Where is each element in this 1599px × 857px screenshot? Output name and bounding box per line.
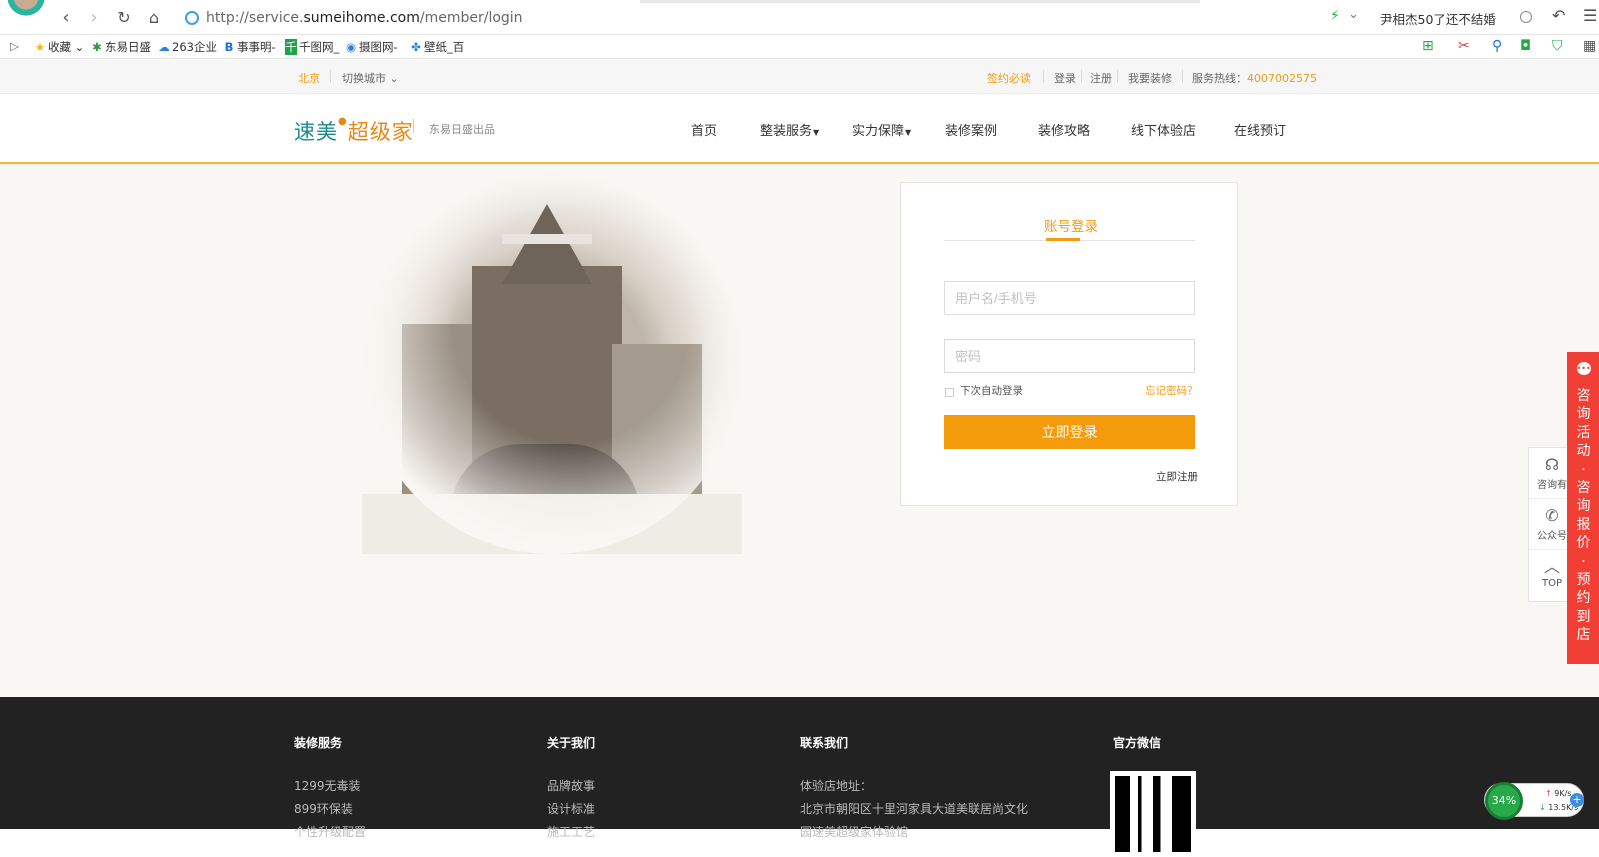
divider xyxy=(1043,70,1044,83)
memory-usage-badge[interactable]: 34% xyxy=(1485,782,1523,820)
bookmark-item[interactable]: ✱ 东易日盛 xyxy=(91,39,151,55)
current-city: 北京 xyxy=(298,72,320,85)
sidebar-toggle-icon[interactable]: ▷ xyxy=(10,39,19,53)
remember-me-label[interactable]: 下次自动登录 xyxy=(960,383,1023,398)
username-input[interactable] xyxy=(944,281,1195,315)
undo-icon[interactable]: ↶ xyxy=(1552,6,1565,25)
back-icon[interactable]: ‹ xyxy=(56,8,76,28)
footer-link[interactable]: 899环保装 xyxy=(294,800,353,817)
bookmark-item[interactable]: ☁ 263企业 xyxy=(158,39,217,55)
divider xyxy=(330,70,331,83)
bookmark-favorites[interactable]: ★ 收藏 ⌄ xyxy=(34,39,84,55)
upload-speed: ↑ 9K/s xyxy=(1545,789,1572,798)
bookmark-item[interactable]: B 事事明- xyxy=(223,39,276,55)
password-input[interactable] xyxy=(944,339,1195,373)
star-icon: ★ xyxy=(34,40,46,54)
bookmark-item[interactable]: ◉ 摄图网- xyxy=(345,39,398,55)
site-security-icon xyxy=(185,11,199,25)
divider xyxy=(1081,70,1082,83)
menu-icon[interactable]: ☰ xyxy=(1583,6,1597,25)
refresh-icon[interactable]: ↻ xyxy=(114,8,134,28)
footer-address-label: 体验店地址： xyxy=(800,779,873,793)
login-button[interactable]: 立即登录 xyxy=(944,415,1195,449)
slogan: 东易日盛出品 xyxy=(429,123,495,136)
translate-icon[interactable]: ⊞ xyxy=(1422,38,1434,54)
url-path: /member/login xyxy=(419,10,523,26)
tab-account-login[interactable]: 账号登录 xyxy=(1044,215,1098,235)
footer-link[interactable]: 个性升级配置 xyxy=(294,823,366,840)
divider xyxy=(1117,70,1118,83)
register-link[interactable]: 立即注册 xyxy=(1156,469,1198,484)
nav-guides[interactable]: 装修攻略 xyxy=(1038,120,1090,139)
nav-stores[interactable]: 线下体验店 xyxy=(1131,120,1196,139)
footer-link[interactable]: 品牌故事 xyxy=(547,777,595,794)
forward-icon[interactable]: › xyxy=(84,8,104,28)
chat-bubble-icon: ••• xyxy=(1576,362,1591,375)
promo-side-tab[interactable]: ••• 咨询活动·咨询报价·预约到店 xyxy=(1567,352,1599,664)
chevron-down-icon[interactable]: ⌄ xyxy=(1348,7,1359,22)
qiantu-icon: 千 xyxy=(285,39,297,55)
footer-title-wechat: 官方微信 xyxy=(1113,736,1162,750)
divider xyxy=(1182,70,1183,83)
cloud-icon: ☁ xyxy=(158,40,170,54)
site-logo[interactable]: 速美●超级家 xyxy=(294,116,414,146)
login-page-main: 账号登录 下次自动登录 忘记密码？ 立即登录 立即注册 ☊ 咨询有 ✆ 公众号 … xyxy=(0,164,1599,697)
wechat-qr-code xyxy=(1110,771,1196,857)
user-avatar[interactable] xyxy=(4,0,48,18)
footer-link[interactable]: 设计标准 xyxy=(547,800,595,817)
nav-packages[interactable]: 整装服务▼ xyxy=(760,120,819,139)
footer-address: 园速美超级家体验馆 xyxy=(800,825,909,839)
scissors-icon[interactable]: ✂ xyxy=(1458,38,1470,54)
register-top-link[interactable]: 注册 xyxy=(1090,70,1112,86)
divider xyxy=(413,119,414,133)
footer-address: 北京市朝阳区十里河家具大道美联居尚文化 xyxy=(800,802,1029,816)
browser-search-input[interactable]: 尹相杰50了还不结婚 xyxy=(1380,9,1496,28)
site-header: 速美●超级家 东易日盛出品 首页 整装服务▼ 实力保障▼ 装修案例 装修攻略 线… xyxy=(0,94,1599,164)
footer-link[interactable]: 1299无毒装 xyxy=(294,777,361,794)
bookmark-item[interactable]: ✤ 壁纸_百 xyxy=(410,39,464,55)
url-prefix: http://service. xyxy=(206,10,304,26)
bolt-icon[interactable]: ⚡ xyxy=(1330,8,1340,24)
b-logo-icon: B xyxy=(224,40,234,54)
address-bar[interactable]: http://service.sumeihome.com/member/logi… xyxy=(206,8,523,28)
login-card: 账号登录 下次自动登录 忘记密码？ 立即登录 立即注册 xyxy=(900,182,1238,506)
home-icon[interactable]: ⌂ xyxy=(144,8,164,28)
camera-icon: ◉ xyxy=(345,40,357,54)
hero-vignette xyxy=(362,174,742,554)
footer-title-services: 装修服务 xyxy=(294,736,343,750)
bookmark-bar: ▷ ★ 收藏 ⌄ ✱ 东易日盛 ☁ 263企业 B 事事明- 千千图网_ ◉ 摄图网- ✤… xyxy=(0,35,1599,59)
footer-title-about: 关于我们 xyxy=(547,736,596,750)
nav-home[interactable]: 首页 xyxy=(691,120,717,139)
zoom-icon[interactable]: ⚲ xyxy=(1492,38,1502,54)
bookmark-item[interactable]: 千千图网_ xyxy=(285,39,339,55)
remember-me-checkbox[interactable] xyxy=(945,388,954,397)
caret-down-icon: ▼ xyxy=(905,128,912,137)
paw-icon: ✤ xyxy=(411,40,421,54)
tab-strip xyxy=(640,0,1200,3)
forgot-password-link[interactable]: 忘记密码？ xyxy=(1145,383,1198,398)
nav-guarantee[interactable]: 实力保障▼ xyxy=(852,120,911,139)
site-topbar: 北京 切换城市 ⌄ 签约必读 登录 注册 我要装修 服务热线：400700257… xyxy=(0,60,1599,94)
renovate-link[interactable]: 我要装修 xyxy=(1128,70,1172,86)
hotline: 服务热线：4007002575 xyxy=(1192,72,1317,85)
gear-icon: ✱ xyxy=(92,40,102,54)
login-link[interactable]: 登录 xyxy=(1054,70,1076,86)
search-icon[interactable] xyxy=(1520,11,1532,23)
nav-cases[interactable]: 装修案例 xyxy=(945,120,997,139)
nav-booking[interactable]: 在线预订 xyxy=(1234,120,1286,139)
caret-down-icon: ▼ xyxy=(813,128,820,137)
contract-notice-link[interactable]: 签约必读 xyxy=(987,70,1031,86)
site-footer: 装修服务 1299无毒装 899环保装 个性升级配置 关于我们 品牌故事 设计标… xyxy=(0,697,1599,857)
footer-link[interactable]: 施工工艺 xyxy=(547,823,595,840)
chevron-down-icon: ⌄ xyxy=(389,72,399,85)
switch-city-dropdown[interactable]: 切换城市 ⌄ xyxy=(342,70,399,86)
url-domain: sumeihome.com xyxy=(303,10,420,26)
add-icon[interactable]: + xyxy=(1570,793,1584,807)
shield-icon[interactable]: ⛉ xyxy=(1552,38,1563,54)
grid-icon[interactable]: ▦ xyxy=(1583,38,1596,54)
browser-toolbar: ‹ › ↻ ⌂ http://service.sumeihome.com/mem… xyxy=(0,0,1599,35)
game-icon[interactable]: ◘ xyxy=(1520,38,1531,54)
footer-title-contact: 联系我们 xyxy=(800,736,849,750)
tab-active-indicator xyxy=(1046,238,1080,241)
